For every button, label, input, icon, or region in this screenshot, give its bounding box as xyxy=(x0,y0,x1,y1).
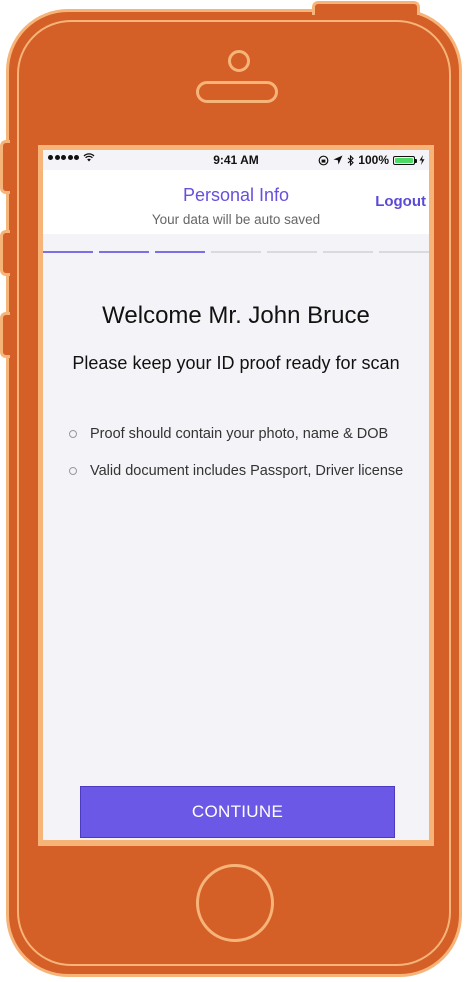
charging-bolt-icon xyxy=(419,155,425,165)
bullet-circle-icon xyxy=(69,429,77,438)
status-bar: 9:41 AM 100% xyxy=(43,150,429,170)
progress-step xyxy=(267,251,317,253)
volume-up-button xyxy=(0,230,10,276)
page-subtitle: Your data will be auto saved xyxy=(151,212,321,227)
navigation-bar: Personal Info Your data will be auto sav… xyxy=(43,170,429,253)
location-arrow-icon xyxy=(333,155,343,165)
list-item-text: Valid document includes Passport, Driver… xyxy=(90,462,404,479)
step-progress-bar xyxy=(43,251,429,254)
bullet-circle-icon xyxy=(69,466,77,475)
progress-step xyxy=(155,251,205,253)
progress-step xyxy=(379,251,429,253)
continue-button[interactable]: CONTIUNE xyxy=(80,786,395,838)
status-right: 100% xyxy=(318,153,425,167)
requirements-list: Proof should contain your photo, name & … xyxy=(69,415,403,489)
progress-step xyxy=(211,251,261,253)
list-item-text: Proof should contain your photo, name & … xyxy=(90,425,389,442)
progress-step xyxy=(323,251,373,253)
progress-step xyxy=(43,251,93,253)
front-camera xyxy=(228,50,250,72)
progress-step xyxy=(99,251,149,253)
instruction-text: Please keep your ID proof ready for scan xyxy=(72,353,400,373)
earpiece-speaker xyxy=(196,81,278,103)
logout-button[interactable]: Logout xyxy=(375,193,426,210)
bluetooth-icon xyxy=(347,154,355,166)
app-screen: 9:41 AM 100% Personal Info Your data wil… xyxy=(43,150,429,840)
mute-switch xyxy=(0,140,10,194)
list-item: Valid document includes Passport, Driver… xyxy=(69,452,403,489)
list-item: Proof should contain your photo, name & … xyxy=(69,415,403,452)
welcome-heading: Welcome Mr. John Bruce xyxy=(102,302,370,329)
volume-down-button xyxy=(0,312,10,358)
home-button[interactable] xyxy=(196,864,274,942)
power-button xyxy=(312,1,420,15)
page-title: Personal Info xyxy=(182,185,290,205)
battery-percent: 100% xyxy=(358,153,389,167)
battery-icon xyxy=(393,155,417,165)
orientation-lock-icon xyxy=(318,155,329,165)
